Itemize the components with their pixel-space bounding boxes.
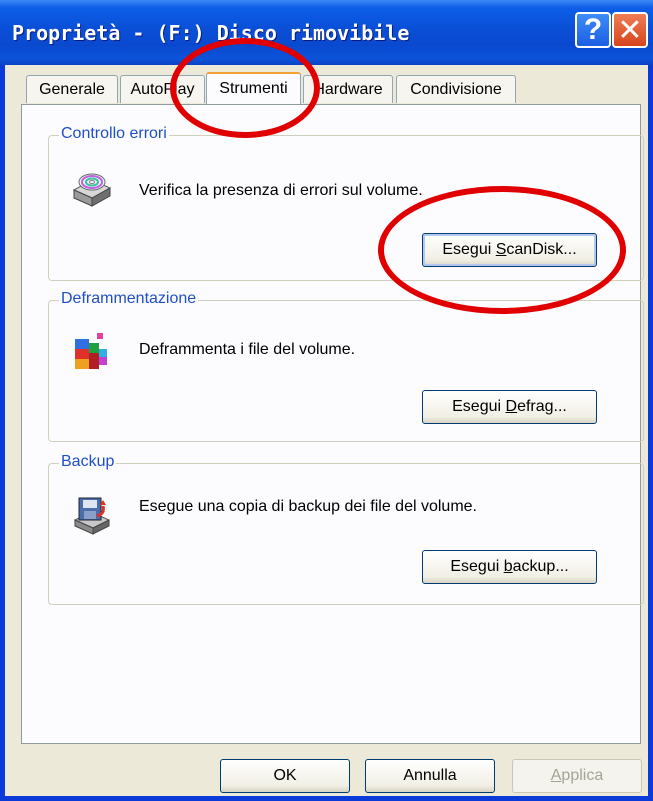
cancel-button[interactable]: Annulla xyxy=(365,759,495,793)
error-check-description: Verifica la presenza di errori sul volum… xyxy=(139,182,423,199)
tab-autoplay[interactable]: AutoPlay xyxy=(120,75,205,103)
tab-strumenti[interactable]: Strumenti xyxy=(206,72,301,104)
apply-button-label: pplica xyxy=(561,767,604,784)
backup-button-accesskey: b xyxy=(503,558,513,575)
tab-generale[interactable]: Generale xyxy=(26,75,118,103)
defrag-button-accesskey: D xyxy=(505,398,518,415)
group-backup-title: Backup xyxy=(59,453,117,471)
group-defrag: Deframmentazione Deframmenta i file del … xyxy=(48,290,644,442)
group-defrag-title: Deframmentazione xyxy=(59,290,199,308)
tab-panel: Controllo errori Verifica la presenza di… xyxy=(21,104,644,744)
apply-button[interactable]: Applica xyxy=(512,759,642,793)
properties-window: Proprietà - (F:) Disco rimovibile ? ✕ Ge… xyxy=(0,0,653,801)
defrag-button-label-post: efrag... xyxy=(517,398,567,415)
defrag-icon xyxy=(75,333,107,369)
close-button[interactable]: ✕ xyxy=(612,12,648,48)
defrag-button-label-pre: Esegui xyxy=(452,398,506,415)
group-backup: Backup Esegue una copia di backup dei fi… xyxy=(48,453,644,605)
scandisk-button-label-post: canDisk... xyxy=(506,241,577,258)
run-defrag-button[interactable]: Esegui Defrag... xyxy=(422,390,597,424)
disk-check-icon xyxy=(72,173,112,207)
scandisk-button-accesskey: S xyxy=(495,241,507,258)
ok-button[interactable]: OK xyxy=(220,759,350,793)
window-title: Proprietà - (F:) Disco rimovibile xyxy=(12,21,410,45)
run-backup-button[interactable]: Esegui b ackup... xyxy=(422,550,597,584)
tab-hardware[interactable]: Hardware xyxy=(303,75,393,103)
help-button[interactable]: ? xyxy=(575,12,611,48)
backup-icon xyxy=(73,497,111,535)
apply-button-accesskey: A xyxy=(550,767,562,784)
scandisk-button-label-pre: Esegui xyxy=(442,241,496,258)
titlebar[interactable]: Proprietà - (F:) Disco rimovibile ? ✕ xyxy=(0,0,653,65)
tab-condivisione[interactable]: Condivisione xyxy=(396,75,516,103)
backup-button-label-post: ackup... xyxy=(512,558,569,575)
defrag-description: Deframmenta i file del volume. xyxy=(139,341,356,358)
run-scandisk-button[interactable]: Esegui ScanDisk... xyxy=(422,233,597,267)
backup-button-label-pre: Esegui xyxy=(450,558,504,575)
group-error-check: Controllo errori Verifica la presenza di… xyxy=(48,125,644,281)
group-error-check-title: Controllo errori xyxy=(59,125,169,143)
backup-description: Esegue una copia di backup dei file del … xyxy=(139,498,477,515)
